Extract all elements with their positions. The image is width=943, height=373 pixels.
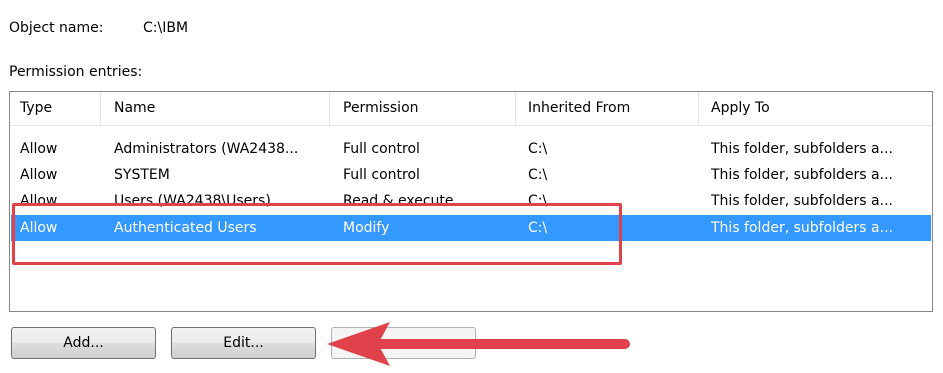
cell-permission: Full control bbox=[343, 167, 420, 183]
table-row[interactable]: Allow Administrators (WA2438... Full con… bbox=[11, 136, 931, 162]
edit-button[interactable]: Edit... bbox=[171, 327, 316, 359]
cell-inherited-from: C:\ bbox=[528, 167, 548, 183]
cell-apply-to: This folder, subfolders a... bbox=[711, 167, 893, 183]
column-divider[interactable] bbox=[698, 92, 699, 125]
object-name-label: Object name: bbox=[9, 20, 104, 36]
column-header-name[interactable]: Name bbox=[114, 92, 155, 125]
column-divider[interactable] bbox=[329, 92, 330, 125]
cell-type: Allow bbox=[20, 141, 58, 157]
column-header-type[interactable]: Type bbox=[20, 92, 52, 125]
object-name-value: C:\IBM bbox=[143, 20, 189, 36]
cell-inherited-from: C:\ bbox=[528, 141, 548, 157]
table-row[interactable]: Allow SYSTEM Full control C:\ This folde… bbox=[11, 162, 931, 188]
cell-apply-to: This folder, subfolders a... bbox=[711, 220, 893, 236]
cell-name: Administrators (WA2438... bbox=[114, 141, 299, 157]
list-header: Type Name Permission Inherited From Appl… bbox=[10, 92, 932, 126]
add-button[interactable]: Add... bbox=[11, 327, 156, 359]
cell-name: SYSTEM bbox=[114, 167, 170, 183]
cell-apply-to: This folder, subfolders a... bbox=[711, 193, 893, 209]
column-header-permission[interactable]: Permission bbox=[343, 92, 419, 125]
column-header-apply-to[interactable]: Apply To bbox=[711, 92, 770, 125]
cell-type: Allow bbox=[20, 167, 58, 183]
annotation-highlight-box bbox=[12, 203, 622, 265]
column-divider[interactable] bbox=[100, 92, 101, 125]
column-header-inherited-from[interactable]: Inherited From bbox=[528, 92, 630, 125]
cell-permission: Full control bbox=[343, 141, 420, 157]
column-divider[interactable] bbox=[515, 92, 516, 125]
permission-entries-list[interactable]: Type Name Permission Inherited From Appl… bbox=[9, 91, 933, 312]
permission-entries-label: Permission entries: bbox=[9, 64, 143, 80]
cell-apply-to: This folder, subfolders a... bbox=[711, 141, 893, 157]
remove-button[interactable] bbox=[331, 327, 476, 359]
